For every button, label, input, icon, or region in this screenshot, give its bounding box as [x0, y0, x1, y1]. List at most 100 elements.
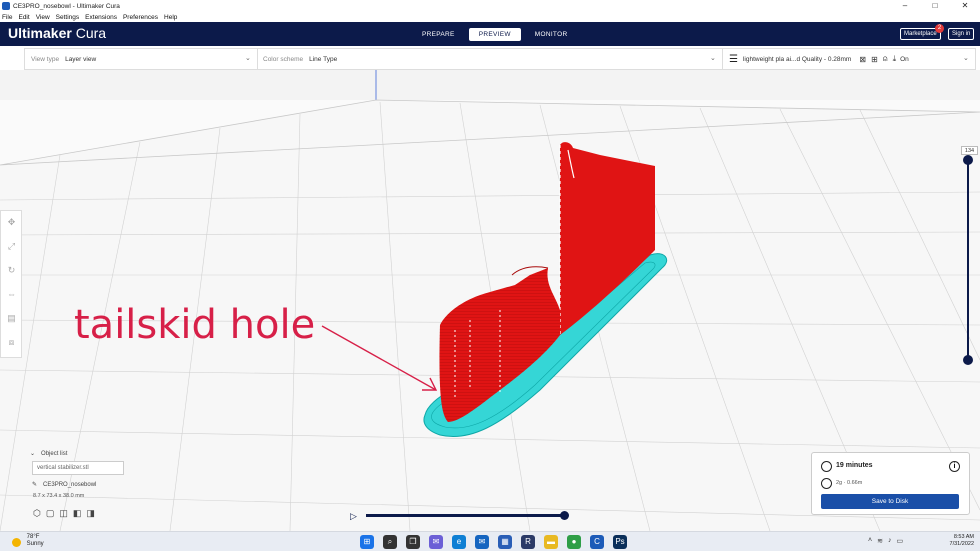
chrome-icon[interactable]: ●: [567, 535, 581, 549]
maximize-button[interactable]: □: [920, 0, 950, 11]
annotation-arrow: [321, 325, 438, 391]
tab-prepare[interactable]: PREPARE: [412, 28, 465, 41]
print-info-panel: 19 minutes i 2g · 0.66m Save to Disk: [811, 452, 970, 515]
menu-preferences[interactable]: Preferences: [123, 14, 158, 21]
volume-icon[interactable]: ♪: [888, 537, 892, 545]
minimize-button[interactable]: –: [890, 0, 920, 11]
app-header: Ultimaker Cura PREPARE PREVIEW MONITOR M…: [0, 22, 980, 46]
wifi-icon[interactable]: ≋: [877, 537, 883, 545]
store-icon[interactable]: ▦: [498, 535, 512, 549]
chevron-down-icon: ⌄: [710, 55, 716, 62]
view-orientation-buttons: ⬡ ▢ ◫ ◧ ◨: [33, 508, 95, 519]
play-icon[interactable]: ▷: [350, 511, 357, 522]
material-usage: 2g · 0.66m: [836, 480, 863, 486]
mail-icon[interactable]: ✉: [475, 535, 489, 549]
menu-bar: File Edit View Settings Extensions Prefe…: [0, 12, 980, 22]
view-type-select[interactable]: View type Layer view: [31, 49, 96, 69]
object-dimensions: 8.7 x 73.4 x 38.0 mm: [33, 493, 85, 499]
annotation-text: tailskid hole: [74, 302, 316, 348]
tab-monitor[interactable]: MONITOR: [525, 28, 578, 41]
chevron-up-icon[interactable]: ˄: [868, 537, 872, 545]
chat-icon[interactable]: ✉: [429, 535, 443, 549]
edge-icon[interactable]: e: [452, 535, 466, 549]
support-icon: ⊠: [859, 54, 867, 64]
windows-taskbar: 78°F Sunny ⊞ ⌕ ❐ ✉ e ✉ ▦ R ▬ ● C Ps ˄ ≋ ♪ ▭ 8:53 AM 7…: [0, 531, 980, 551]
chevron-down-icon: ⌄: [245, 55, 251, 62]
title-bar: CE3PRO_nosebowl - Ultimaker Cura – □ ✕: [0, 0, 980, 12]
sign-in-button[interactable]: Sign in: [948, 28, 975, 40]
profile-text: lightweight pla ai...d Quality - 0.28mm: [742, 55, 852, 63]
weather-condition: Sunny: [26, 541, 44, 547]
object-list-item[interactable]: vertical stabilizer.stl: [32, 461, 124, 475]
photoshop-icon[interactable]: Ps: [613, 535, 627, 549]
menu-extensions[interactable]: Extensions: [85, 14, 117, 21]
color-scheme-select[interactable]: Color scheme Line Type: [263, 49, 337, 69]
support-blocker-icon[interactable]: ⧈: [6, 337, 17, 348]
top-view-icon[interactable]: ◫: [59, 508, 68, 519]
menu-edit[interactable]: Edit: [18, 14, 29, 21]
save-to-disk-button[interactable]: Save to Disk: [821, 494, 959, 509]
sliders-icon: ☰: [729, 53, 738, 65]
weather-widget[interactable]: 78°F Sunny: [12, 534, 44, 548]
view-type-value: Layer view: [65, 55, 97, 63]
chevron-down-icon: ⌄: [963, 55, 969, 62]
left-view-icon[interactable]: ◧: [73, 508, 82, 519]
3d-view-icon[interactable]: ⬡: [33, 508, 41, 519]
menu-view[interactable]: View: [36, 14, 50, 21]
menu-file[interactable]: File: [2, 14, 12, 21]
clock-icon: [821, 461, 832, 472]
tab-preview[interactable]: PREVIEW: [468, 28, 521, 41]
support-value: On: [900, 55, 909, 63]
menu-help[interactable]: Help: [164, 14, 177, 21]
cura-app-icon: [2, 2, 10, 10]
adhesion-icon: ⊞: [871, 54, 878, 64]
mirror-tool-icon[interactable]: ⇔: [6, 289, 17, 300]
system-tray: ˄ ≋ ♪ ▭: [868, 537, 903, 545]
cura-icon[interactable]: C: [590, 535, 604, 549]
per-model-settings-icon[interactable]: ▤: [6, 313, 17, 324]
task-view-icon[interactable]: ❐: [406, 535, 420, 549]
platform-icon: ⤓: [892, 54, 897, 63]
scale-tool-icon[interactable]: ⤢: [6, 241, 17, 252]
battery-icon[interactable]: ▭: [896, 537, 903, 545]
taskbar-apps: ⊞ ⌕ ❐ ✉ e ✉ ▦ R ▬ ● C Ps: [360, 535, 627, 549]
chevron-down-icon: ⌄: [30, 451, 36, 457]
layer-slider-track[interactable]: [967, 160, 969, 360]
marketplace-notification-badge: 2: [935, 24, 944, 33]
path-slider-handle[interactable]: [560, 511, 569, 520]
menu-settings[interactable]: Settings: [56, 14, 80, 21]
sun-icon: [12, 538, 21, 547]
right-view-icon[interactable]: ◨: [86, 508, 95, 519]
window-controls: – □ ✕: [890, 0, 980, 11]
print-settings-button[interactable]: ☰ lightweight pla ai...d Quality - 0.28m…: [729, 49, 909, 69]
info-icon[interactable]: i: [949, 461, 960, 472]
window-title: CE3PRO_nosebowl - Ultimaker Cura: [13, 2, 120, 10]
app-logo: Ultimaker Cura: [8, 25, 107, 41]
explorer-icon[interactable]: ▬: [544, 535, 558, 549]
tool-panel: ✥ ⤢ ↻ ⇔ ▤ ⧈: [0, 210, 22, 358]
print-time: 19 minutes: [836, 462, 873, 469]
view-toolbar: View type Layer view ⌄ Color scheme Line…: [24, 48, 976, 70]
stage-tabs: PREPARE PREVIEW MONITOR: [412, 28, 577, 41]
pencil-icon: ✎: [32, 482, 38, 488]
weather-temp: 78°F: [26, 534, 40, 540]
clock[interactable]: 8:53 AM 7/31/2022: [950, 534, 974, 548]
front-view-icon[interactable]: ▢: [46, 508, 55, 519]
project-name[interactable]: ✎ CE3PRO_nosebowl: [32, 481, 96, 488]
object-list-header[interactable]: ⌄ Object list: [30, 450, 67, 457]
clock-date: 7/31/2022: [949, 541, 974, 547]
close-button[interactable]: ✕: [950, 0, 980, 11]
search-icon[interactable]: ⌕: [383, 535, 397, 549]
rotate-tool-icon[interactable]: ↻: [6, 265, 17, 276]
clock-time: 8:53 AM: [953, 534, 974, 540]
move-tool-icon[interactable]: ✥: [6, 217, 17, 228]
layer-slider-lower-handle[interactable]: [963, 355, 973, 365]
layer-max-label[interactable]: 134: [961, 146, 978, 155]
start-icon[interactable]: ⊞: [360, 535, 374, 549]
material-spool-icon: [821, 478, 832, 489]
layer-slider-upper-handle[interactable]: [963, 155, 973, 165]
path-slider-track[interactable]: [366, 514, 565, 517]
color-scheme-value: Line Type: [309, 55, 338, 63]
reader-icon[interactable]: R: [521, 535, 535, 549]
divider: [722, 49, 723, 69]
